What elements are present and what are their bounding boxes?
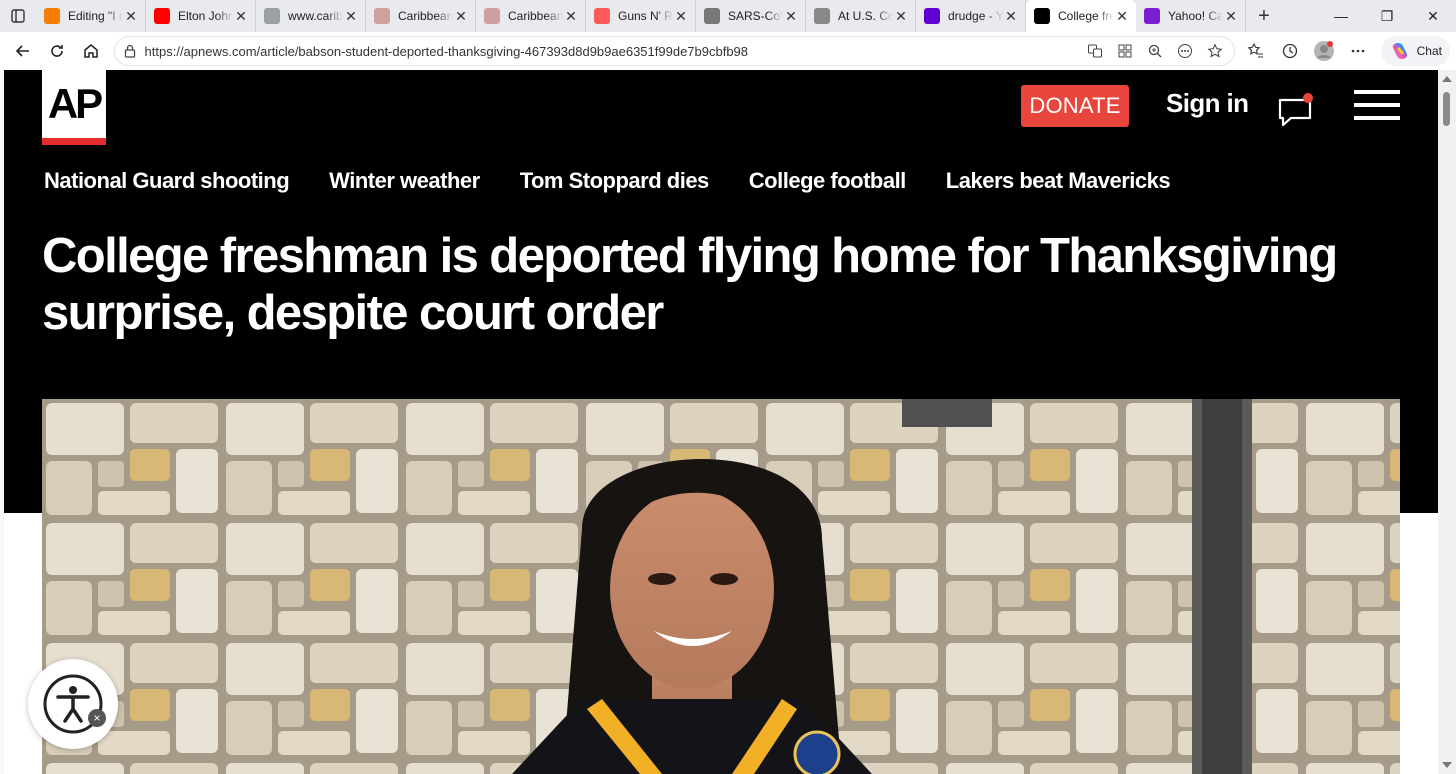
ap-logo[interactable]: AP [42, 70, 106, 145]
tab-close-icon[interactable]: ✕ [1114, 8, 1130, 25]
settings-more-icon[interactable] [1343, 36, 1373, 66]
fp-icon [704, 8, 720, 24]
tab-actions-button[interactable] [0, 0, 36, 32]
tab-close-icon[interactable]: ✕ [783, 8, 799, 25]
tab-close-icon[interactable]: ✕ [1003, 8, 1019, 25]
more-dots-circle-icon[interactable] [1174, 40, 1196, 62]
scroll-down-arrow-icon[interactable] [1442, 762, 1452, 768]
favorites-icon[interactable] [1241, 36, 1271, 66]
browser-tab[interactable]: Caribbean ✕ [366, 0, 476, 32]
tab-close-icon[interactable]: ✕ [1223, 8, 1239, 25]
browser-tab[interactable]: SARS-CoV ✕ [696, 0, 806, 32]
tab-title: College fre [1058, 9, 1114, 23]
browser-tab[interactable]: www.carib ✕ [256, 0, 366, 32]
yahoo-icon [1144, 8, 1160, 24]
tab-close-icon[interactable]: ✕ [123, 8, 139, 25]
zoom-icon[interactable] [1144, 40, 1166, 62]
copilot-chat-button[interactable]: Chat [1380, 36, 1450, 66]
youtube-icon [594, 8, 610, 24]
ap-icon [1034, 8, 1050, 24]
youtube-icon [154, 8, 170, 24]
tab-close-icon[interactable]: ✕ [343, 8, 359, 25]
menu-hamburger-icon[interactable] [1354, 90, 1400, 120]
tab-title: drudge - Y [948, 9, 1003, 23]
tab-title: At U.S. Co [838, 9, 893, 23]
copilot-icon [1392, 43, 1407, 59]
browser-tab[interactable]: Yahoo! Ca ✕ [1136, 0, 1246, 32]
tab-close-icon[interactable]: ✕ [893, 8, 909, 25]
chat-label: Chat [1416, 44, 1442, 58]
nav-link-lakers-beat-mavericks[interactable]: Lakers beat Mavericks [946, 168, 1171, 194]
maximize-button[interactable]: ❐ [1364, 0, 1410, 32]
tab-close-icon[interactable]: ✕ [453, 8, 469, 25]
logo-text: AP [47, 80, 103, 127]
nav-link-college-football[interactable]: College football [749, 168, 907, 194]
notification-message-icon[interactable] [1277, 92, 1317, 128]
home-icon [83, 44, 98, 58]
accessibility-close-icon[interactable]: × [88, 709, 106, 727]
tab-close-icon[interactable]: ✕ [233, 8, 249, 25]
refresh-button[interactable] [40, 36, 74, 66]
article-headline: College freshman is deported flying home… [42, 229, 1338, 340]
home-button[interactable] [74, 36, 108, 66]
browser-tab[interactable]: Guns N' Ro✕ [586, 0, 696, 32]
tab-title: Editing "I c [68, 9, 123, 23]
nav-link-national-guard-shooting[interactable]: National Guard shooting [44, 168, 290, 194]
tab-title: Elton John [178, 9, 233, 23]
accessibility-widget-button[interactable]: × [28, 659, 118, 749]
browser-tab[interactable]: College fre ✕ [1026, 0, 1136, 32]
tab-close-icon[interactable]: ✕ [673, 8, 689, 25]
tab-title: Caribbean [508, 9, 563, 23]
lock-icon[interactable] [123, 44, 137, 58]
browser-tab[interactable]: At U.S. Co ✕ [806, 0, 916, 32]
web-page: AP DONATE Sign in National Guard shootin… [4, 70, 1438, 774]
tab-title: Guns N' Ro [618, 9, 673, 23]
profile-avatar-icon[interactable] [1309, 36, 1339, 66]
browser-tab[interactable]: drudge - Y ✕ [916, 0, 1026, 32]
refresh-icon [51, 45, 63, 57]
minimize-button[interactable]: — [1318, 0, 1364, 32]
donate-button[interactable]: DONATE [1021, 85, 1129, 127]
back-arrow-icon [15, 45, 29, 57]
page-scrollbar[interactable] [1438, 70, 1456, 774]
translate-icon[interactable] [1084, 40, 1106, 62]
tab-title: Caribbean [398, 9, 453, 23]
tab-close-icon[interactable]: ✕ [563, 8, 579, 25]
address-toolbar: https://apnews.com/article/babson-studen… [0, 32, 1456, 70]
browser-tab[interactable]: Elton John ✕ [146, 0, 256, 32]
history-icon[interactable] [1275, 36, 1305, 66]
browser-tab[interactable]: Editing "I c ✕ [36, 0, 146, 32]
url-text[interactable]: https://apnews.com/article/babson-studen… [145, 44, 1084, 59]
trending-nav: National Guard shooting Winter weather T… [44, 168, 1171, 194]
browser-tab-bar: Editing "I c ✕ Elton John ✕ www.carib ✕ Caribb… [0, 0, 1456, 32]
window-close-button[interactable]: ✕ [1410, 0, 1456, 32]
tab-title: Yahoo! Ca [1168, 9, 1223, 23]
favorite-star-icon[interactable] [1204, 40, 1226, 62]
back-button[interactable] [6, 36, 40, 66]
scrollbar-thumb[interactable] [1443, 92, 1450, 126]
sign-in-link[interactable]: Sign in [1166, 88, 1249, 119]
new-tab-button[interactable]: + [1246, 0, 1282, 32]
gp-icon [814, 8, 830, 24]
article-photo-illustration [42, 399, 1400, 774]
wiki-icon [374, 8, 390, 24]
address-bar[interactable]: https://apnews.com/article/babson-studen… [113, 36, 1235, 66]
logo-red-bar [42, 138, 106, 145]
tab-actions-icon [11, 9, 25, 23]
blogger-icon [44, 8, 60, 24]
app-grid-icon[interactable] [1114, 40, 1136, 62]
browser-tab[interactable]: Caribbean ✕ [476, 0, 586, 32]
wiki-icon [484, 8, 500, 24]
nav-link-winter-weather[interactable]: Winter weather [329, 168, 480, 194]
tab-title: SARS-CoV [728, 9, 783, 23]
nav-link-tom-stoppard-dies[interactable]: Tom Stoppard dies [520, 168, 710, 194]
article-hero-photo[interactable] [42, 399, 1400, 774]
yahoo-icon [924, 8, 940, 24]
scroll-up-arrow-icon[interactable] [1442, 76, 1452, 82]
tab-title: www.carib [288, 9, 343, 23]
search-icon [264, 8, 280, 24]
